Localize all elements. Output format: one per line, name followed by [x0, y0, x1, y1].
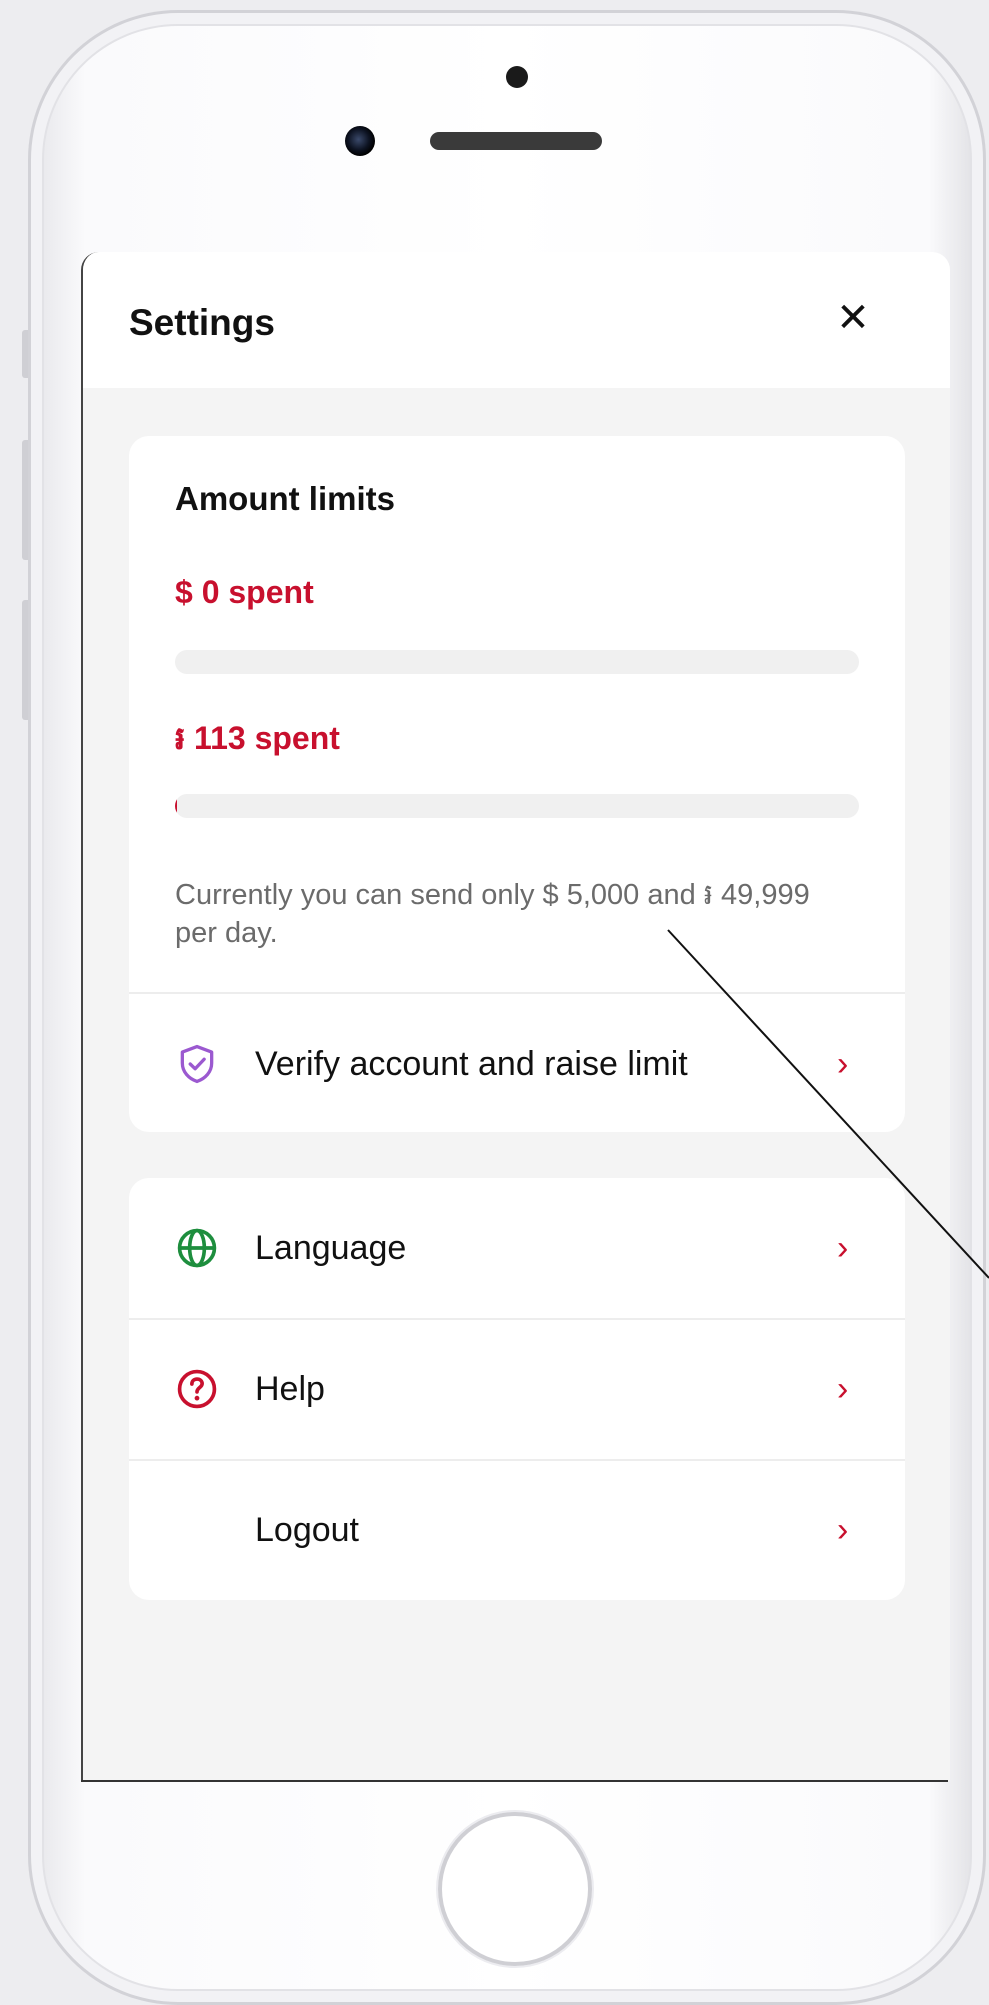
- khr-spent-label: ៛ 113 spent: [175, 720, 340, 756]
- chevron-right-icon: ›: [837, 1229, 849, 1267]
- menu-card: Language › Help › Logout ›: [129, 1178, 905, 1600]
- chevron-right-icon: ›: [837, 1045, 849, 1083]
- khr-limit-progress: [175, 794, 859, 818]
- daily-limit-note: Currently you can send only $ 5,000 and …: [175, 879, 810, 949]
- front-camera: [345, 126, 375, 156]
- page-title: Settings: [129, 302, 275, 343]
- verify-account-row[interactable]: Verify account and raise limit ›: [129, 994, 905, 1132]
- khr-limit-progress-fill: [175, 794, 177, 818]
- language-row[interactable]: Language ›: [129, 1178, 905, 1318]
- language-label: Language: [255, 1229, 407, 1267]
- amount-limits-card: Amount limits $ 0 spent ៛ 113 spent Curr…: [129, 436, 905, 1132]
- volume-down-button: [22, 600, 28, 720]
- home-button[interactable]: [438, 1812, 592, 1966]
- question-circle-icon: [177, 1369, 217, 1409]
- screen-bottom-edge: [81, 1780, 948, 1782]
- mute-switch: [22, 330, 28, 378]
- globe-icon: [177, 1228, 217, 1268]
- proximity-sensor: [506, 66, 528, 88]
- screen: Settings ✕ Amount limits $ 0 spent ៛ 113…: [81, 252, 950, 1781]
- settings-header: Settings ✕: [83, 252, 950, 388]
- usd-limit-progress: [175, 650, 859, 674]
- earpiece-speaker: [430, 132, 602, 150]
- usd-spent-label: $ 0 spent: [175, 574, 314, 610]
- volume-up-button: [22, 440, 28, 560]
- amount-limits-heading: Amount limits: [175, 480, 395, 517]
- shield-check-icon: [180, 1044, 214, 1084]
- help-label: Help: [255, 1370, 325, 1408]
- logout-label: Logout: [255, 1511, 359, 1549]
- help-row[interactable]: Help ›: [129, 1319, 905, 1459]
- chevron-right-icon: ›: [837, 1511, 849, 1549]
- chevron-right-icon: ›: [837, 1370, 849, 1408]
- close-icon[interactable]: ✕: [833, 298, 873, 338]
- logout-row[interactable]: Logout ›: [129, 1460, 905, 1600]
- verify-account-label: Verify account and raise limit: [255, 1045, 688, 1083]
